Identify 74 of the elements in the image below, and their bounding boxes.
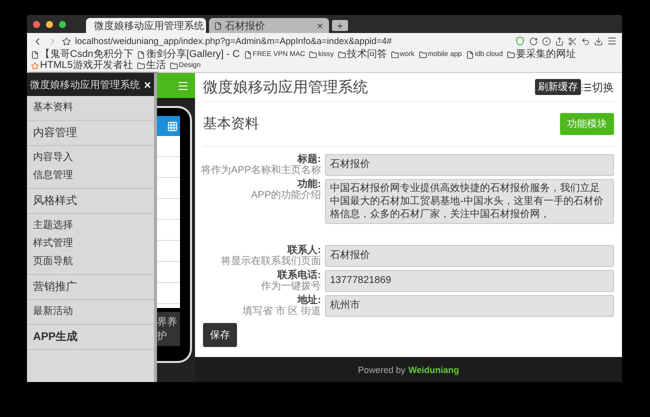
footer-link[interactable]: Weiduniang [408,364,460,374]
menu-item[interactable]: 最新活动 [33,305,148,319]
bookmark[interactable]: 要采集的网址 [506,49,576,60]
footer-text: Powered by [358,364,406,374]
shield-icon[interactable] [515,36,525,46]
page-icon [244,50,252,58]
menu-section[interactable]: 内容管理 [33,126,148,140]
page-icon [137,50,146,58]
page-icon [466,50,474,58]
input-field[interactable]: 13777821869 [325,270,614,292]
grid-icon[interactable] [167,120,178,132]
menu-item[interactable]: 信息管理 [33,169,148,183]
new-tab-button[interactable] [332,20,348,31]
field-hint: 将显示在联系我们页面 [221,256,321,267]
bookmark[interactable]: 生活 [136,60,166,71]
save-button[interactable]: 保存 [203,323,237,347]
field-label: 标题: [298,154,321,165]
menu-item[interactable]: 主题选择 [33,219,148,233]
menu-item[interactable]: 内容导入 [33,151,148,165]
menu-section[interactable]: 营销推广 [33,280,148,294]
page-icon [31,50,39,58]
menu-item[interactable]: 样式管理 [33,237,148,251]
field-label: 联系人: [288,245,321,256]
share-icon[interactable] [555,36,564,46]
bookmark[interactable]: HTML5游戏开发者社 [31,60,133,71]
menu-title: 微度娘移动应用管理系统 [30,78,140,92]
input-field[interactable]: 石材报价 [325,154,614,176]
close-button[interactable]: × [144,78,151,92]
maximize-window-icon[interactable] [59,20,66,28]
menu-section[interactable]: APP生成 [33,330,148,344]
folder-icon [390,50,399,58]
close-icon[interactable] [316,22,324,30]
field-hint: APP的功能介绍 [250,190,321,201]
undo-icon[interactable] [581,36,590,46]
field-hint: 将作为APP名称和主页名称 [200,165,321,176]
preview-caption: 界养护 [157,312,180,346]
star-icon [31,62,39,70]
field-hint: 作为一键拨号 [261,281,321,292]
menu-item[interactable]: 页面导航 [33,255,148,269]
menu-icon[interactable] [607,36,617,46]
field-label: 联系电话: [278,270,321,281]
scissors-icon[interactable] [568,36,577,46]
input-field[interactable]: 石材报价 [325,245,614,267]
close-window-icon[interactable] [33,20,40,28]
folder-icon [309,50,318,58]
refresh-cache-button[interactable]: 刷新缓存 [535,79,581,95]
folder-icon [136,62,145,70]
textarea-field[interactable]: 中国石材报价网专业提供高效快捷的石材报价服务，我们立足中国最大的石材加工贸易基地-中国水头，这里有一手的石材价格信息，众多的石材厂家，关注中国石材报价网， [325,179,614,224]
folder-icon [338,50,346,58]
browser-tab[interactable]: 石材报价 [209,18,329,33]
bookmark[interactable]: 技术问答 [338,49,387,60]
field-label: 地址: [298,295,321,306]
menu-item[interactable]: 基本资料 [33,101,148,115]
section-title: 基本资料 [203,115,260,133]
toggle-link[interactable]: 切换 [581,80,614,94]
download-icon[interactable] [594,36,603,46]
input-field[interactable]: 杭州市 [325,295,614,317]
field-hint: 填写省 市 区 街道 [242,306,321,317]
page-icon [214,22,222,30]
bookmark[interactable]: 【鬼哥Csdn免积分下 [31,49,134,60]
browser-tab[interactable]: 微度娘移动应用管理系统 [86,18,206,33]
star-icon[interactable] [62,36,71,46]
circle-icon[interactable] [542,36,551,46]
bookmark[interactable]: 衡剑分享[Gallery] - C [137,49,240,60]
page-title: 微度娘移动应用管理系统 [203,78,369,96]
menu-section[interactable]: 风格样式 [33,194,148,208]
list-icon [581,82,592,92]
plus-icon [336,22,344,30]
reload-icon[interactable] [529,36,538,46]
field-label: 功能: [298,179,321,190]
folder-icon [170,62,178,70]
folder-icon [506,50,515,58]
folder-icon [418,50,427,58]
minimize-window-icon[interactable] [46,20,53,28]
